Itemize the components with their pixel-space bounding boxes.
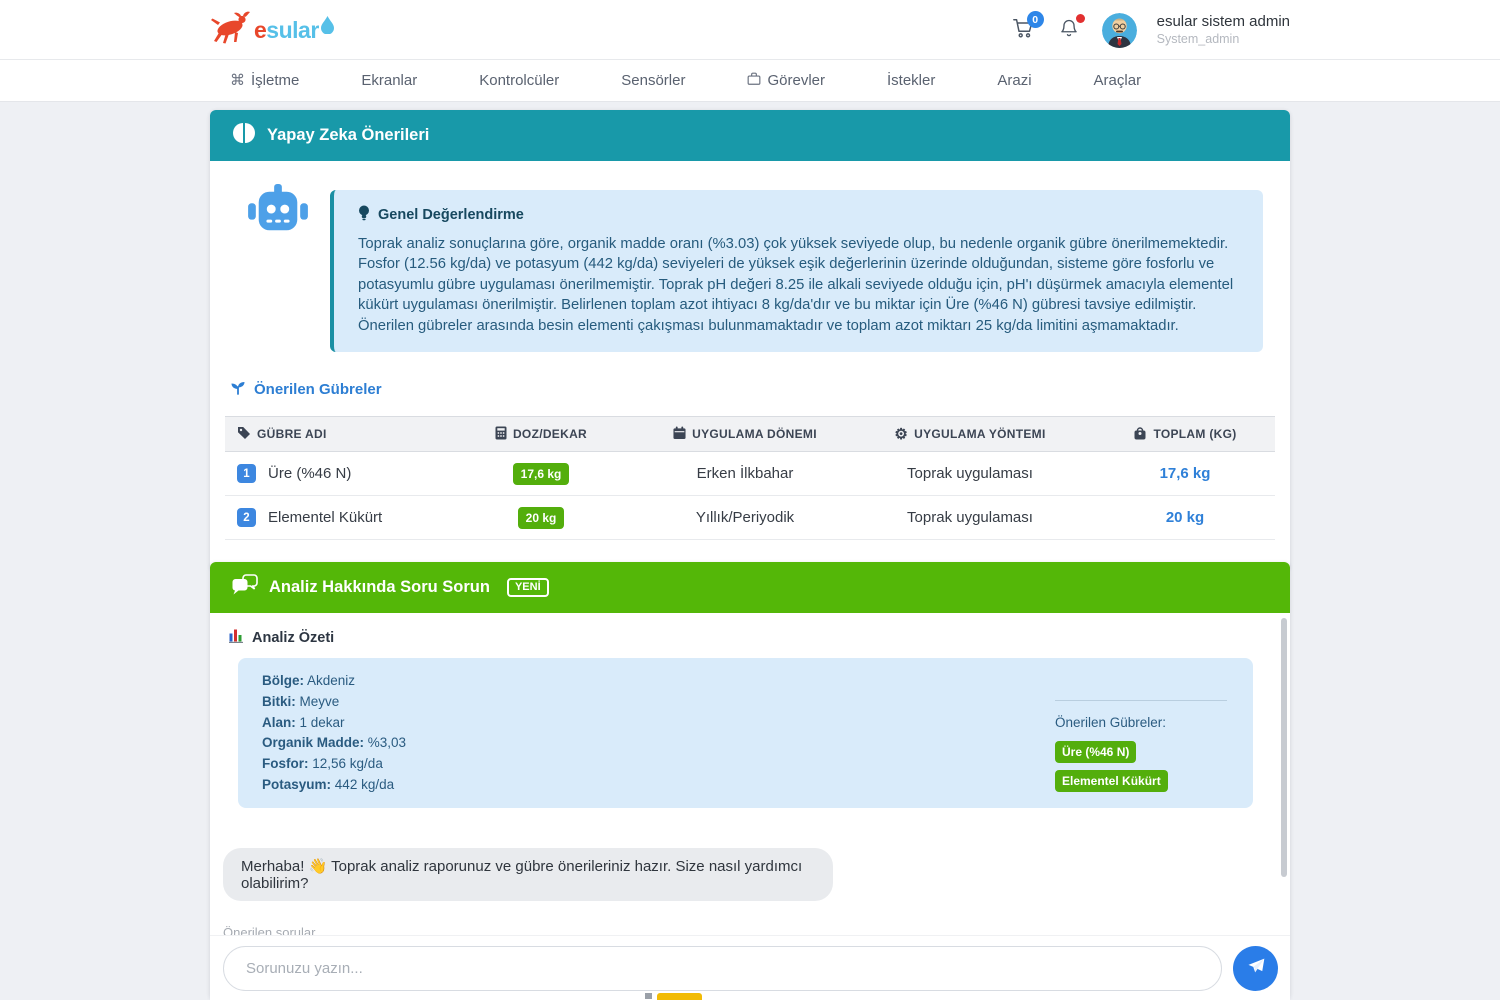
lightbulb-icon [358, 205, 370, 225]
summary-heading: Analiz Özeti [229, 628, 334, 647]
new-badge: YENİ [507, 578, 549, 597]
nav-item-isletme[interactable]: ⌘ İşletme [230, 72, 299, 89]
chat-body: Analiz Özeti Bölge: Akdeniz Bitki: Meyve… [210, 613, 1290, 1000]
recommended-label: Önerilen Gübreler: [1055, 715, 1227, 730]
send-button[interactable] [1233, 946, 1278, 991]
nav-item-sensorler[interactable]: Sensörler [621, 72, 685, 89]
dose-badge: 20 kg [518, 507, 565, 529]
chat-scrollbar[interactable] [1281, 618, 1287, 877]
fertilizers-heading: Önerilen Gübreler [230, 380, 1290, 399]
ai-card-title: Yapay Zeka Önerileri [267, 126, 429, 145]
application-method: Toprak uygulaması [845, 496, 1095, 540]
col-uygulama-donemi: UYGULAMA DÖNEMI [645, 417, 845, 452]
seedling-icon [230, 380, 246, 399]
analysis-summary-box: Bölge: Akdeniz Bitki: Meyve Alan: 1 deka… [238, 658, 1253, 808]
nav-item-ekranlar[interactable]: Ekranlar [361, 72, 417, 89]
total-kg: 17,6 kg [1160, 465, 1211, 482]
avatar[interactable] [1102, 13, 1137, 48]
app-root: esular 0 [0, 0, 1500, 1000]
header-actions: 0 [1010, 0, 1290, 60]
fertilizer-name: Elementel Kükürt [268, 509, 382, 526]
col-uygulama-yontemi: ⚙ UYGULAMA YÖNTEMI [845, 417, 1095, 452]
application-method: Toprak uygulaması [845, 452, 1095, 496]
recommended-fertilizers: Önerilen Gübreler: Üre (%46 N) Elementel… [1055, 700, 1227, 792]
calculator-icon [495, 426, 507, 443]
gears-icon: ⚙ [894, 427, 908, 442]
fertilizer-chip: Elementel Kükürt [1055, 770, 1168, 792]
assessment-box: Genel Değerlendirme Toprak analiz sonuçl… [330, 190, 1263, 352]
application-period: Erken İlkbahar [645, 452, 845, 496]
fertilizer-name: Üre (%46 N) [268, 465, 351, 482]
table-header-row: GÜBRE ADI DOZ/DEKAR [225, 417, 1275, 452]
weight-icon [1133, 426, 1147, 443]
fertilizer-row: 2 Elementel Kükürt 20 kg Yıllık/Periyodi… [225, 496, 1275, 540]
chat-bubbles-icon [232, 574, 258, 601]
ai-card-header: Yapay Zeka Önerileri [210, 110, 1290, 161]
goat-logo-icon [210, 11, 252, 50]
total-kg: 20 kg [1166, 509, 1204, 526]
notification-dot [1076, 14, 1085, 23]
col-doz-dekar: DOZ/DEKAR [437, 417, 645, 452]
brain-icon [232, 121, 256, 150]
water-drop-icon [321, 21, 334, 39]
main-nav: ⌘ İşletme Ekranlar Kontrolcüler Sensörle… [0, 60, 1500, 102]
col-toplam-kg: TOPLAM (KG) [1095, 417, 1275, 452]
bot-message-bubble: Merhaba! 👋 Toprak analiz raporunuz ve gü… [223, 848, 833, 901]
nav-item-kontrolculer[interactable]: Kontrolcüler [479, 72, 559, 89]
command-icon: ⌘ [230, 73, 245, 88]
row-number-badge: 1 [237, 464, 256, 483]
summary-field: Bölge: Akdeniz [262, 671, 1229, 692]
col-gubre-adi: GÜBRE ADI [225, 417, 437, 452]
cart-button[interactable]: 0 [1010, 17, 1036, 43]
chat-card-title: Analiz Hakkında Soru Sorun [269, 578, 490, 597]
dose-badge: 17,6 kg [513, 463, 570, 485]
bar-chart-icon [229, 628, 244, 647]
calendar-icon [673, 426, 686, 443]
user-role: System_admin [1157, 32, 1290, 48]
chat-card-header: Analiz Hakkında Soru Sorun YENİ [210, 562, 1290, 613]
top-header: esular 0 [0, 0, 1500, 60]
assessment-title: Genel Değerlendirme [378, 207, 524, 223]
clipped-icon [645, 993, 652, 999]
tag-icon [237, 426, 251, 443]
user-menu[interactable]: esular sistem admin System_admin [1157, 13, 1290, 47]
user-name: esular sistem admin [1157, 13, 1290, 32]
application-period: Yıllık/Periyodik [645, 496, 845, 540]
fertilizers-table: GÜBRE ADI DOZ/DEKAR [225, 416, 1275, 540]
ai-card-body: Genel Değerlendirme Toprak analiz sonuçl… [210, 161, 1290, 570]
nav-item-gorevler[interactable]: Görevler [747, 72, 825, 89]
chat-card: Analiz Hakkında Soru Sorun YENİ Analiz Ö… [210, 562, 1290, 1000]
fertilizer-chip: Üre (%46 N) [1055, 741, 1136, 763]
nav-item-araclar[interactable]: Araçlar [1094, 72, 1142, 89]
logo[interactable]: esular [210, 0, 334, 60]
logo-text: esular [254, 17, 319, 44]
divider [1055, 700, 1227, 701]
fertilizer-row: 1 Üre (%46 N) 17,6 kg Erken İlkbahar Top… [225, 452, 1275, 496]
nav-item-arazi[interactable]: Arazi [997, 72, 1031, 89]
chat-input-bar [210, 935, 1290, 1000]
row-number-badge: 2 [237, 508, 256, 527]
briefcase-icon [747, 72, 761, 89]
question-input[interactable] [223, 946, 1222, 991]
assessment-body: Toprak analiz sonuçlarına göre, organik … [358, 234, 1239, 336]
notifications-button[interactable] [1056, 17, 1082, 43]
robot-icon [225, 172, 330, 352]
paper-plane-icon [1246, 957, 1266, 980]
nav-item-istekler[interactable]: İstekler [887, 72, 935, 89]
clipped-yellow-badge [657, 993, 702, 1000]
ai-recommendations-card: Yapay Zeka Önerileri [210, 110, 1290, 570]
cart-count-badge: 0 [1027, 11, 1044, 28]
